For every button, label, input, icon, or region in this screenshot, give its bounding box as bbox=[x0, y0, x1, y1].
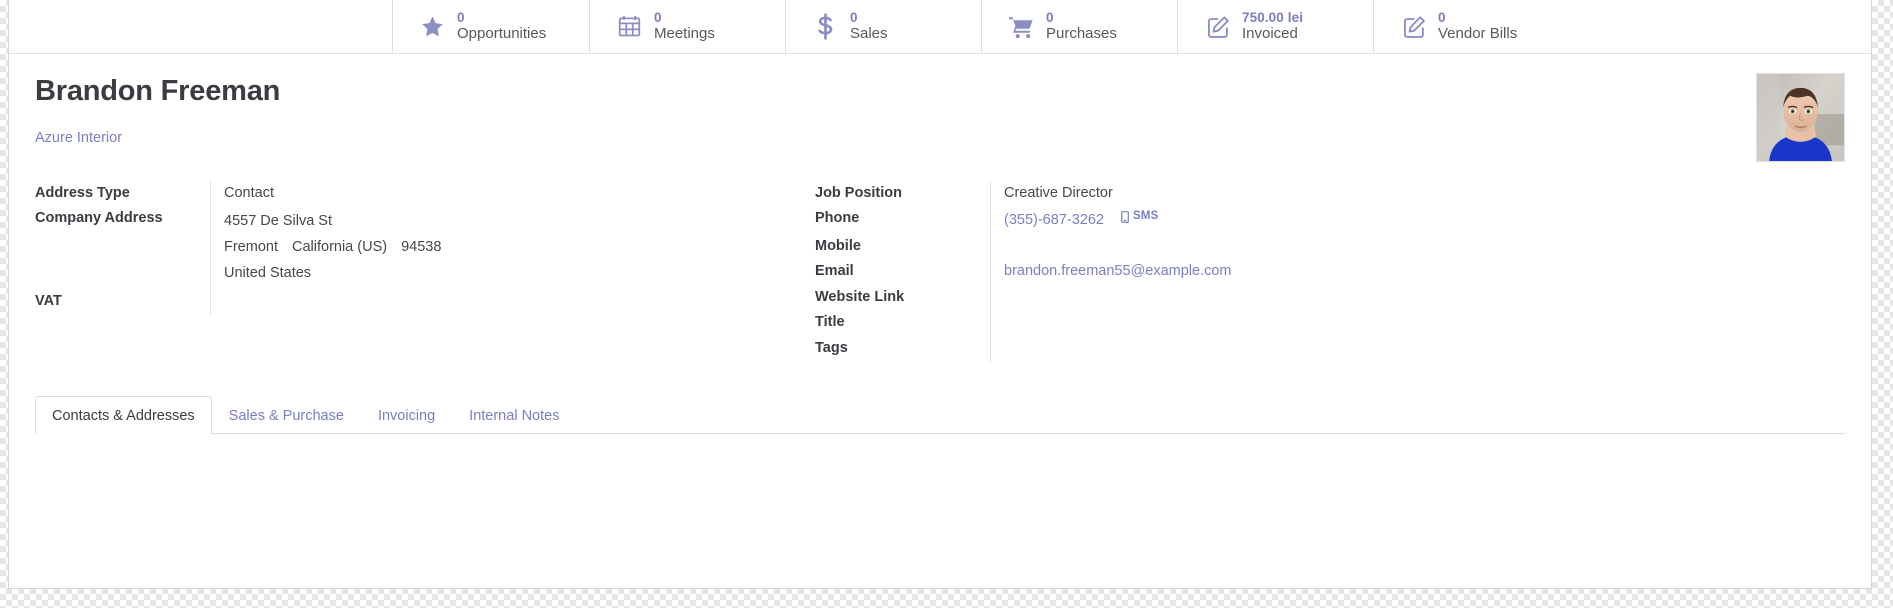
stat-text: 0 Opportunities bbox=[457, 10, 546, 44]
field-address-type: Address Type Contact bbox=[35, 180, 800, 207]
stat-button-meetings[interactable]: 0 Meetings bbox=[589, 0, 785, 53]
notebook-page bbox=[35, 433, 1845, 504]
stat-label: Sales bbox=[850, 24, 888, 42]
stat-button-opportunities[interactable]: 0 Opportunities bbox=[392, 0, 589, 53]
phone-link[interactable]: (355)-687-3262 bbox=[1004, 212, 1104, 228]
stat-value: 0 bbox=[850, 9, 858, 25]
pencil-square-icon bbox=[1400, 13, 1427, 40]
tab-invoicing[interactable]: Invoicing bbox=[361, 396, 452, 434]
notebook-tabs: Contacts & Addresses Sales & Purchase In… bbox=[35, 395, 1845, 434]
stat-text: 0 Sales bbox=[850, 10, 888, 44]
field-label: Email bbox=[815, 263, 854, 280]
field-title: Title bbox=[815, 310, 1580, 337]
contact-form-window: 0 Opportunities 0 Meetings 0 Sales 0 Pur… bbox=[8, 0, 1872, 589]
field-label: Title bbox=[815, 314, 845, 331]
field-value-job-position[interactable]: Creative Director bbox=[990, 180, 1580, 207]
stat-label: Opportunities bbox=[457, 24, 547, 42]
pencil-square-icon bbox=[1204, 13, 1231, 40]
stat-value: 0 bbox=[654, 9, 662, 25]
mobile-phone-icon bbox=[1121, 211, 1129, 224]
field-company-address: Company Address 4557 De Silva St Fremont… bbox=[35, 206, 800, 290]
stat-text: 0 Purchases bbox=[1046, 10, 1117, 44]
field-website-link: Website Link bbox=[815, 284, 1580, 311]
field-value-phone[interactable]: (355)-687-3262 SMS bbox=[990, 206, 1580, 234]
avatar-photo bbox=[1757, 74, 1844, 161]
field-label: Company Address bbox=[35, 210, 163, 227]
dollar-icon bbox=[812, 13, 839, 40]
calendar-icon bbox=[616, 13, 643, 40]
address-street: 4557 De Silva St bbox=[224, 213, 333, 230]
field-label: Website Link bbox=[815, 288, 905, 305]
tab-internal-notes[interactable]: Internal Notes bbox=[452, 396, 576, 434]
field-value-address-type[interactable]: Contact bbox=[210, 180, 800, 207]
address-country: United States bbox=[224, 264, 312, 281]
stat-value: 0 bbox=[1438, 9, 1446, 25]
tab-sales-purchase[interactable]: Sales & Purchase bbox=[212, 396, 361, 434]
stat-value: 0 bbox=[457, 9, 465, 25]
field-phone: Phone (355)-687-3262 SMS bbox=[815, 206, 1580, 234]
field-value-company-address[interactable]: 4557 De Silva St Fremont California (US)… bbox=[210, 206, 800, 290]
sms-button[interactable]: SMS bbox=[1121, 209, 1159, 225]
star-icon bbox=[419, 13, 446, 40]
field-label: Address Type bbox=[35, 184, 130, 201]
field-value-title[interactable] bbox=[990, 310, 1580, 337]
parent-company-link[interactable]: Azure Interior bbox=[35, 130, 122, 146]
stat-value: 0 bbox=[1046, 9, 1054, 25]
stat-text: 0 Meetings bbox=[654, 10, 715, 44]
page-title: Brandon Freeman bbox=[35, 75, 281, 107]
address-zip: 94538 bbox=[401, 239, 442, 256]
cart-icon bbox=[1008, 13, 1035, 40]
field-vat: VAT bbox=[35, 289, 800, 315]
field-value-email[interactable]: brandon.freeman55@example.com bbox=[990, 259, 1580, 285]
field-label: Job Position bbox=[815, 184, 902, 201]
field-value-website[interactable] bbox=[990, 284, 1580, 311]
stat-button-bar: 0 Opportunities 0 Meetings 0 Sales 0 Pur… bbox=[9, 0, 1871, 54]
stat-button-vendor-bills[interactable]: 0 Vendor Bills bbox=[1373, 0, 1570, 53]
field-label: Tags bbox=[815, 340, 848, 357]
field-label: VAT bbox=[35, 293, 62, 310]
stat-label: Invoiced bbox=[1242, 24, 1298, 42]
stat-label: Purchases bbox=[1046, 24, 1117, 42]
stat-label: Meetings bbox=[654, 24, 715, 42]
email-link[interactable]: brandon.freeman55@example.com bbox=[1004, 263, 1232, 279]
statbar-spacer bbox=[9, 0, 392, 53]
field-value-mobile[interactable] bbox=[990, 233, 1580, 260]
field-job-position: Job Position Creative Director bbox=[815, 180, 1580, 207]
stat-value: 750.00 lei bbox=[1242, 9, 1304, 25]
tab-contacts-addresses[interactable]: Contacts & Addresses bbox=[35, 395, 212, 434]
stat-button-sales[interactable]: 0 Sales bbox=[785, 0, 981, 53]
field-value-tags[interactable] bbox=[990, 336, 1580, 362]
field-value-vat[interactable] bbox=[210, 289, 800, 315]
group-left: Address Type Contact Company Address 455… bbox=[35, 180, 800, 315]
sms-label: SMS bbox=[1133, 210, 1159, 223]
address-city: Fremont bbox=[224, 239, 278, 256]
field-tags: Tags bbox=[815, 336, 1580, 362]
field-label: Phone bbox=[815, 210, 860, 227]
title-row: Brandon Freeman Azure Interior bbox=[35, 73, 1845, 162]
field-label: Mobile bbox=[815, 237, 861, 254]
field-mobile: Mobile bbox=[815, 233, 1580, 260]
record-sheet: Brandon Freeman Azure Interior Address T… bbox=[9, 54, 1871, 504]
stat-text: 750.00 lei Invoiced bbox=[1242, 10, 1303, 44]
group-right: Job Position Creative Director Phone (35… bbox=[815, 180, 1580, 362]
field-email: Email brandon.freeman55@example.com bbox=[815, 259, 1580, 285]
stat-button-invoiced[interactable]: 750.00 lei Invoiced bbox=[1177, 0, 1373, 53]
stat-label: Vendor Bills bbox=[1438, 24, 1518, 42]
field-groups: Address Type Contact Company Address 455… bbox=[35, 180, 1845, 362]
address-citystatezip: Fremont California (US) 94538 bbox=[224, 235, 800, 261]
stat-button-purchases[interactable]: 0 Purchases bbox=[981, 0, 1177, 53]
address-state: California (US) bbox=[292, 239, 388, 256]
avatar[interactable] bbox=[1756, 73, 1845, 162]
stat-text: 0 Vendor Bills bbox=[1438, 10, 1517, 44]
